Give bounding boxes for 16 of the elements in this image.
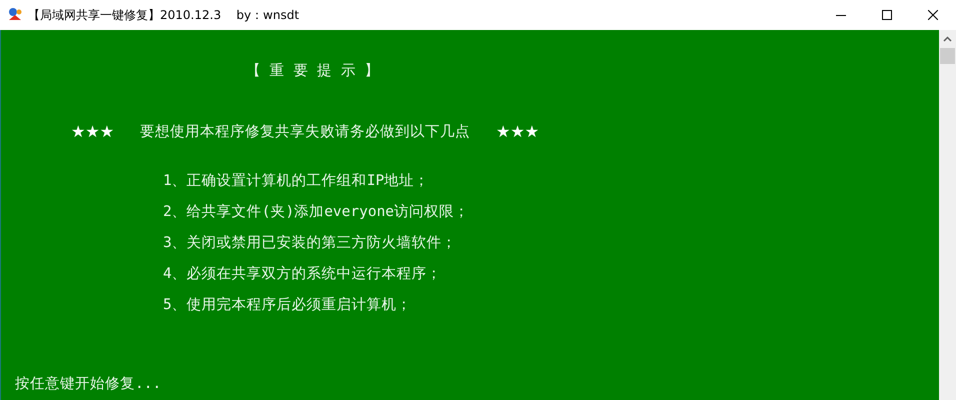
instruction-line: 2、给共享文件(夹)添加everyone访问权限； <box>163 202 470 221</box>
instruction-line: 4、必须在共享双方的系统中运行本程序； <box>163 264 442 283</box>
stars-decoration: ★★★ <box>71 122 114 141</box>
scroll-thumb[interactable] <box>940 48 955 64</box>
instruction-line: 3、关闭或禁用已安装的第三方防火墙软件； <box>163 234 457 252</box>
scrollbar[interactable] <box>939 30 956 400</box>
instruction-line: 5、使用完本程序后必须重启计算机； <box>163 296 412 314</box>
window-title: 【局域网共享一键修复】2010.12.3 by：wnsdt <box>28 6 300 24</box>
instruction-line: 1、正确设置计算机的工作组和IP地址； <box>163 172 430 190</box>
stars-decoration: ★★★ <box>496 122 540 141</box>
maximize-icon[interactable] <box>882 10 892 20</box>
scroll-up-icon[interactable] <box>943 36 952 42</box>
console-prompt: 按任意键开始修复... <box>15 375 162 393</box>
banner-text: 要想使用本程序修复共享失败请务必做到以下几点 <box>140 122 470 141</box>
notice-heading: 【 重 要 提 示 】 <box>246 62 380 80</box>
close-icon[interactable] <box>928 10 938 20</box>
